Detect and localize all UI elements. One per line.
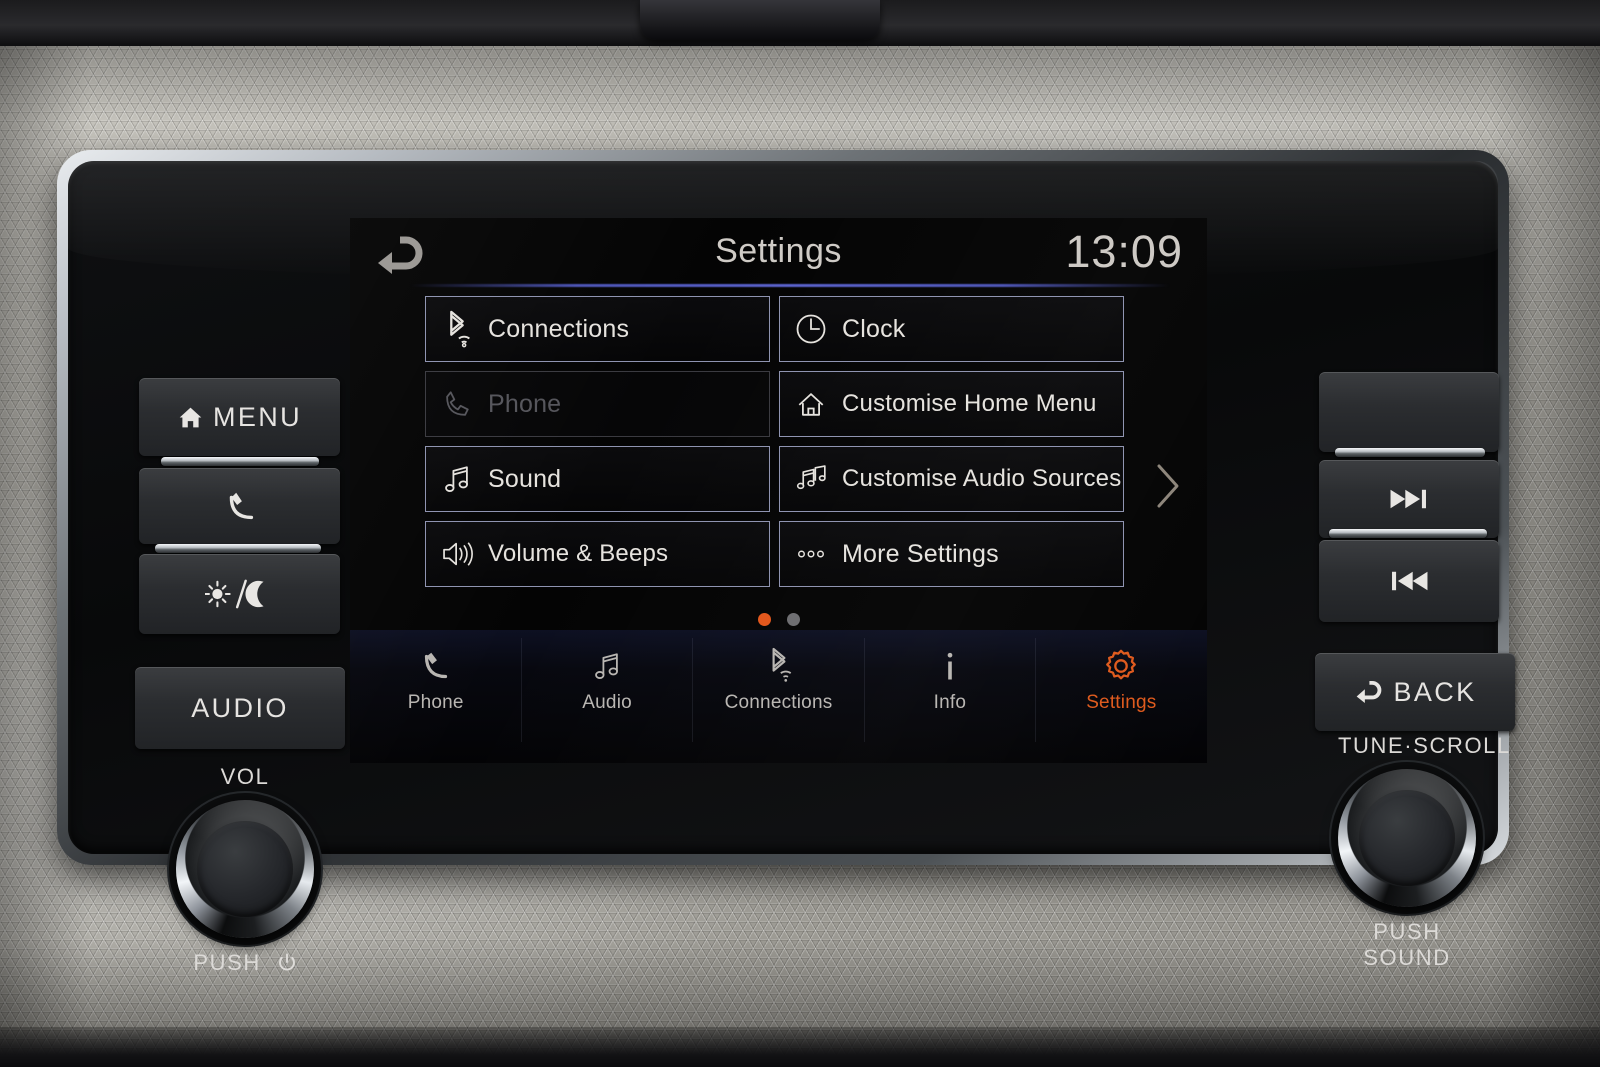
tune-scroll-knob[interactable] [1338, 769, 1476, 907]
settings-tile-grid: Connections Clock Phone Customise Home M… [425, 296, 1125, 596]
push-label: PUSH [193, 950, 261, 975]
phone-button[interactable] [139, 468, 340, 544]
back-arrow-icon [1357, 680, 1382, 703]
volume-knob-assembly: VOL PUSH [176, 764, 314, 975]
phone-handset-icon [426, 386, 488, 422]
dashboard-vent [640, 0, 880, 40]
info-icon [932, 642, 968, 690]
nav-label: Info [933, 692, 967, 713]
button-chrome-strip [155, 544, 321, 553]
menu-button[interactable]: MENU [139, 378, 340, 456]
tile-row: Volume & Beeps More Settings [425, 521, 1125, 587]
tile-more-settings[interactable]: More Settings [779, 521, 1124, 587]
gear-icon [1102, 642, 1140, 690]
nav-label: Phone [407, 692, 464, 713]
tile-phone: Phone [425, 371, 770, 437]
day-night-button[interactable] [139, 554, 340, 634]
audio-button-label: AUDIO [191, 692, 289, 723]
volume-knob-top-label: VOL [220, 764, 270, 789]
back-button[interactable]: BACK [1315, 653, 1515, 731]
knob-highlight [1338, 769, 1476, 907]
tile-label: Customise Home Menu [842, 390, 1097, 418]
speaker-waves-icon [426, 536, 488, 572]
tile-customise-home-menu[interactable]: Customise Home Menu [779, 371, 1124, 437]
tile-row: Sound Customise Audio Sources [425, 446, 1125, 512]
three-dots-icon [780, 536, 842, 572]
nav-divider [1035, 638, 1036, 742]
bottom-nav: Phone Audio Connections Info Settings [350, 630, 1207, 750]
button-chrome-strip [1329, 529, 1487, 538]
sun-moon-icon [204, 579, 264, 609]
tune-knob-top-label: TUNE·SCROLL [1338, 733, 1511, 758]
infotainment-screen[interactable]: Settings 13:09 Connections Clock Phone C… [350, 218, 1207, 763]
volume-knob-bottom-label: PUSH [176, 950, 314, 976]
music-note-icon [426, 461, 488, 497]
tile-label: Customise Audio Sources [842, 465, 1122, 493]
previous-track-icon [1392, 571, 1428, 591]
tile-label: Phone [488, 389, 562, 418]
next-track-button[interactable] [1319, 460, 1499, 538]
volume-knob[interactable] [176, 800, 314, 938]
nav-divider [692, 638, 693, 742]
tile-label: Volume & Beeps [488, 540, 669, 568]
tile-label: More Settings [842, 539, 999, 568]
tune-knob-assembly: TUNE·SCROLL PUSH SOUND [1338, 733, 1509, 970]
nav-divider [521, 638, 522, 742]
tile-sound[interactable]: Sound [425, 446, 770, 512]
dashboard-bottom-trim [0, 1027, 1600, 1067]
phone-handset-icon [417, 642, 455, 690]
power-icon [278, 953, 295, 971]
nav-divider [864, 638, 865, 742]
tile-label: Clock [842, 314, 906, 343]
tile-label: Sound [488, 464, 562, 493]
header-divider [410, 284, 1170, 287]
previous-track-button[interactable] [1319, 540, 1499, 622]
tile-clock[interactable]: Clock [779, 296, 1124, 362]
knob-highlight [176, 800, 314, 938]
double-music-note-icon [780, 461, 842, 497]
page-dot[interactable] [786, 613, 800, 626]
head-unit: Settings 13:09 Connections Clock Phone C… [57, 150, 1515, 975]
tile-label: Connections [488, 314, 630, 343]
page-indicator [350, 613, 1207, 626]
button-chrome-strip [161, 457, 319, 466]
music-note-icon [589, 642, 625, 690]
home-icon [179, 407, 202, 427]
tile-row: Phone Customise Home Menu [425, 371, 1125, 437]
page-dot-active[interactable] [757, 613, 771, 626]
chevron-right-icon[interactable] [1150, 461, 1184, 511]
button-chrome-strip [1335, 448, 1485, 457]
nav-item-connections[interactable]: Connections [693, 630, 864, 750]
audio-button[interactable]: AUDIO [135, 667, 345, 749]
tile-customise-audio-sources[interactable]: Customise Audio Sources [779, 446, 1124, 512]
nav-item-audio[interactable]: Audio [521, 630, 692, 750]
bluetooth-wifi-icon [426, 310, 488, 348]
tune-knob-bottom-label: PUSH SOUND [1363, 919, 1451, 970]
bottom-nav-band: Phone Audio Connections Info Settings [350, 630, 1207, 763]
tile-connections[interactable]: Connections [425, 296, 770, 362]
nav-item-info[interactable]: Info [864, 630, 1035, 750]
phone-handset-icon [229, 492, 253, 520]
nav-label: Settings [1086, 692, 1157, 713]
nav-label: Audio [582, 692, 632, 713]
clock-time: 13:09 [1065, 226, 1183, 277]
tile-row: Connections Clock [425, 296, 1125, 362]
nav-item-phone[interactable]: Phone [350, 630, 521, 750]
clock-icon [780, 311, 842, 347]
back-button-label: BACK [1393, 676, 1477, 707]
tile-volume-and-beeps[interactable]: Volume & Beeps [425, 521, 770, 587]
nav-item-settings[interactable]: Settings [1036, 630, 1207, 750]
nav-label: Connections [724, 692, 833, 713]
menu-button-label: MENU [212, 401, 303, 432]
blank-button[interactable] [1319, 372, 1499, 452]
screen-header: Settings 13:09 [350, 218, 1207, 288]
bluetooth-wifi-icon [761, 642, 797, 690]
next-track-icon [1390, 489, 1426, 509]
home-icon [780, 386, 842, 422]
